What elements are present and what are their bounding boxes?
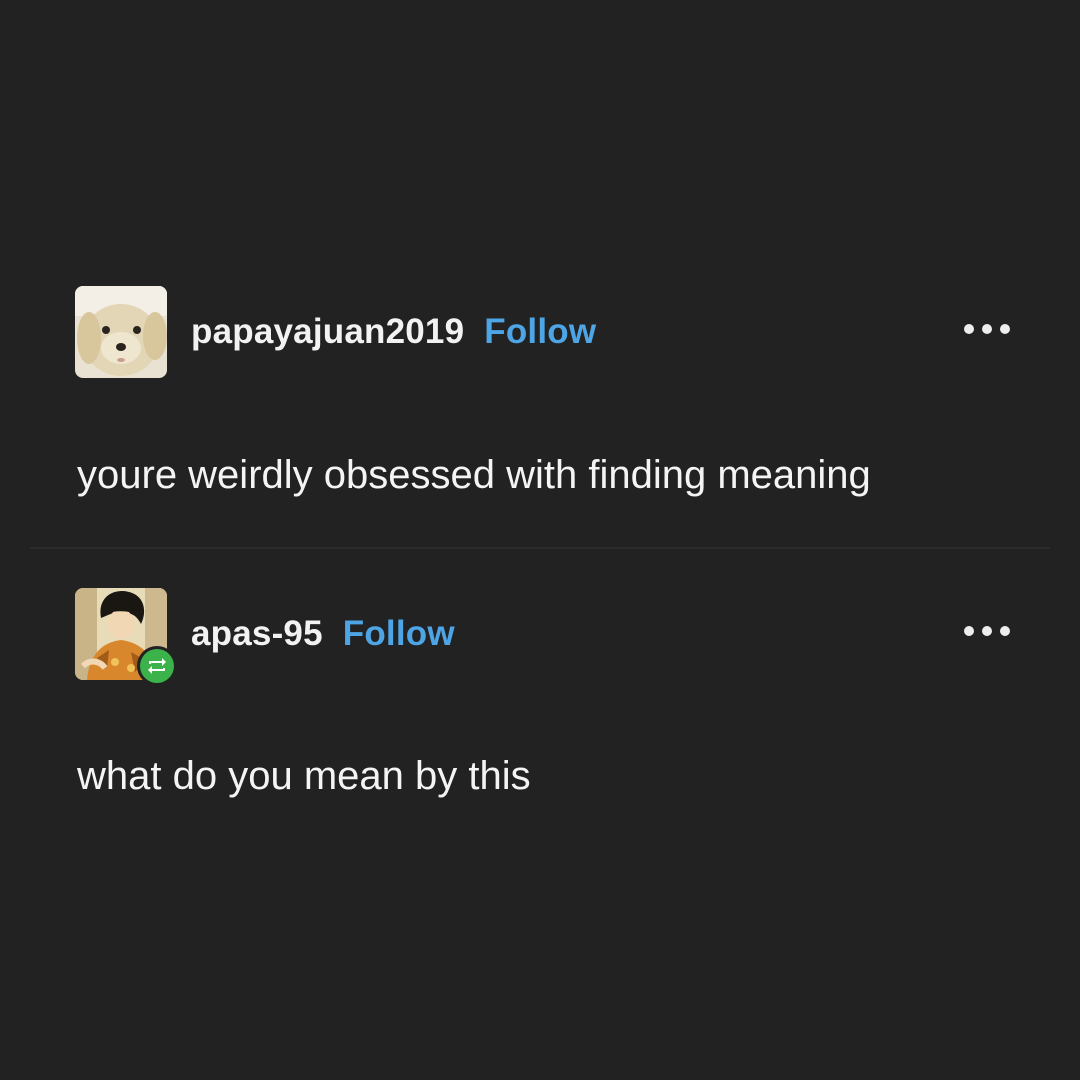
post-header: papayajuan2019 Follow xyxy=(0,286,1080,378)
dog-plush-avatar-icon xyxy=(75,286,167,378)
post-papayajuan2019: papayajuan2019 Follow youre weirdly obses… xyxy=(0,286,1080,497)
avatar[interactable] xyxy=(75,286,167,378)
username[interactable]: apas-95 xyxy=(191,614,323,653)
follow-button[interactable]: Follow xyxy=(343,614,455,653)
follow-button[interactable]: Follow xyxy=(484,312,596,351)
more-dots-icon[interactable] xyxy=(964,624,1010,638)
more-dots-icon[interactable] xyxy=(964,322,1010,336)
username-line: apas-95 Follow xyxy=(191,612,455,656)
username[interactable]: papayajuan2019 xyxy=(191,312,464,351)
reblog-badge xyxy=(137,646,177,686)
post-body: youre weirdly obsessed with finding mean… xyxy=(77,453,871,497)
reblog-icon xyxy=(140,649,174,683)
username-line: papayajuan2019 Follow xyxy=(191,310,596,354)
post-divider xyxy=(30,547,1050,549)
post-thread: papayajuan2019 Follow youre weirdly obses… xyxy=(0,0,1080,1080)
post-body: what do you mean by this xyxy=(77,754,531,798)
